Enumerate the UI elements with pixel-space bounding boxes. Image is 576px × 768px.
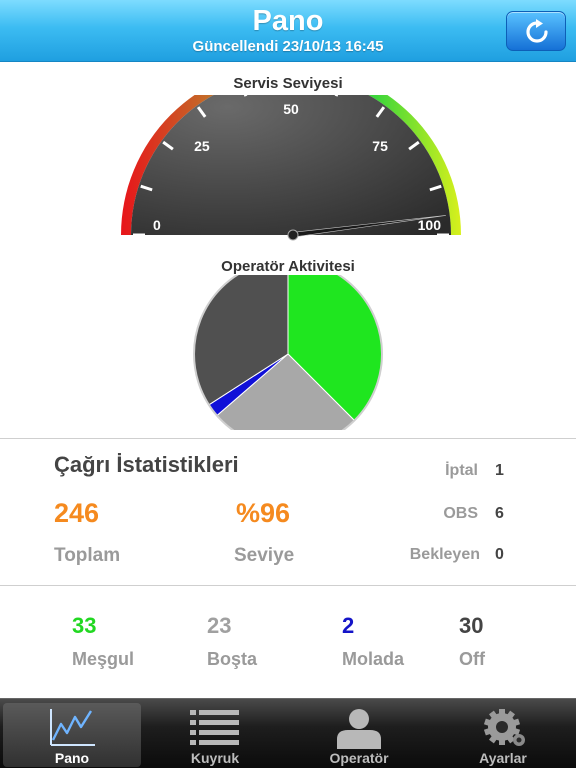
off-count: 30 (459, 613, 484, 638)
tab-operator[interactable]: Operatör (290, 703, 428, 767)
idle-count: 23 (207, 613, 232, 638)
header-bar: Pano Güncellendi 23/10/13 16:45 (0, 0, 576, 62)
last-updated-text: Güncellendi 23/10/13 16:45 (192, 38, 384, 55)
service-level-value: %96 (236, 498, 291, 528)
total-calls-value: 246 (54, 498, 100, 528)
operator-activity-pie (193, 275, 383, 430)
gear-icon (483, 709, 525, 746)
break-label: Molada (342, 649, 405, 669)
break-count: 2 (342, 613, 355, 638)
abandoned-value: 1 (495, 462, 504, 479)
gauge-tick-label: 100 (418, 217, 442, 233)
pie-chart-title: Operatör Aktivitesi (221, 258, 355, 275)
obs-value: 6 (495, 505, 504, 522)
refresh-button[interactable] (506, 11, 566, 51)
tab-queue[interactable]: Kuyruk (146, 703, 284, 767)
refresh-icon (526, 19, 548, 43)
tab-label: Kuyruk (190, 750, 240, 766)
obs-label: OBS (443, 505, 478, 522)
tab-settings[interactable]: Ayarlar (434, 703, 572, 767)
gauge-pivot (287, 229, 299, 241)
abandoned-label: İptal (445, 462, 478, 479)
page-title: Pano (252, 5, 324, 37)
tab-label: Ayarlar (479, 750, 527, 766)
chart-line-icon (50, 709, 95, 746)
busy-count: 33 (72, 613, 97, 638)
gauge-tick-label: 25 (194, 138, 210, 154)
call-stats-title: Çağrı İstatistikleri (54, 452, 239, 477)
person-icon (337, 709, 381, 749)
off-label: Off (459, 649, 485, 669)
gauge-tick-label: 0 (153, 217, 161, 233)
dashboard-screen: Pano Güncellendi 23/10/13 16:45 Servis S… (0, 0, 576, 768)
divider (0, 585, 576, 586)
service-level-label: Seviye (234, 545, 295, 566)
list-icon (190, 710, 239, 745)
waiting-label: Bekleyen (409, 546, 480, 563)
total-calls-label: Toplam (54, 545, 121, 566)
gauge-tick-label: 50 (283, 101, 299, 117)
tab-dashboard[interactable]: Pano (3, 703, 141, 767)
busy-label: Meşgul (72, 649, 135, 669)
divider (0, 438, 576, 439)
gauge-title: Servis Seviyesi (233, 75, 343, 92)
tab-label: Operatör (329, 750, 389, 766)
gauge-tick-label: 75 (372, 138, 388, 154)
service-level-gauge: 0 25 50 75 100 (121, 95, 461, 241)
waiting-value: 0 (495, 546, 504, 563)
tab-bar: Pano Kuyruk Operatör Ayarlar (0, 698, 576, 768)
tab-label: Pano (54, 750, 90, 766)
idle-label: Boşta (207, 649, 258, 669)
